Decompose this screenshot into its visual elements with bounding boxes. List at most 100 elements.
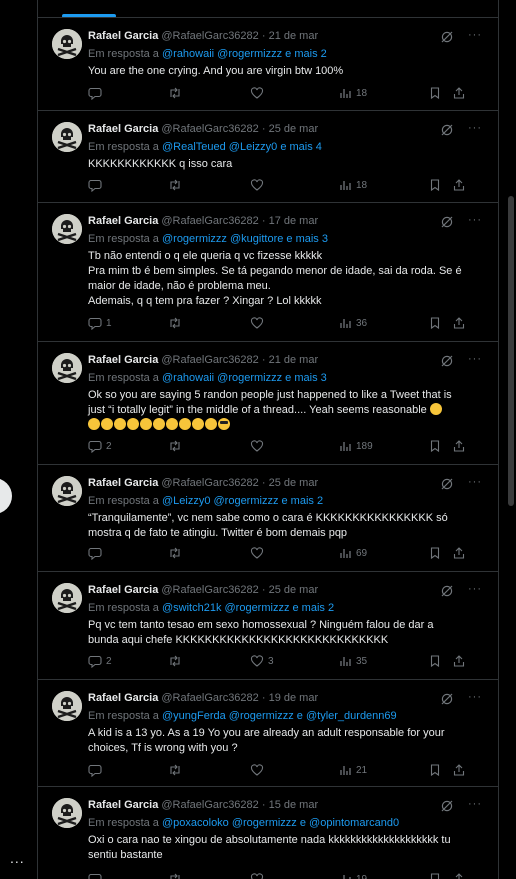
like-button[interactable] bbox=[250, 177, 268, 193]
tweet-date[interactable]: 21 de mar bbox=[269, 354, 319, 366]
more-icon[interactable]: ··· bbox=[468, 29, 482, 41]
reply-button[interactable]: 2 bbox=[88, 438, 112, 454]
grok-icon[interactable] bbox=[440, 354, 454, 368]
retweet-button[interactable] bbox=[168, 762, 186, 778]
like-button[interactable] bbox=[250, 85, 268, 101]
grok-icon[interactable] bbox=[440, 123, 454, 137]
more-icon[interactable]: ··· bbox=[468, 214, 482, 226]
avatar[interactable] bbox=[52, 29, 82, 59]
more-icon[interactable]: ··· bbox=[468, 122, 482, 134]
reply-mentions[interactable]: @rogermizzz @kugittore e mais 3 bbox=[162, 233, 328, 245]
like-button[interactable] bbox=[250, 438, 268, 454]
share-button[interactable] bbox=[452, 545, 466, 561]
retweet-button[interactable] bbox=[168, 315, 186, 331]
grok-icon[interactable] bbox=[440, 692, 454, 706]
tweet[interactable]: Rafael Garcia @RafaelGarc36282 · 25 de m… bbox=[38, 111, 498, 203]
bookmark-button[interactable] bbox=[428, 653, 442, 669]
author-handle[interactable]: @RafaelGarc36282 bbox=[161, 692, 258, 704]
tweet-date[interactable]: 25 de mar bbox=[269, 477, 319, 489]
avatar[interactable] bbox=[52, 583, 82, 613]
avatar[interactable] bbox=[52, 122, 82, 152]
tweet-date[interactable]: 19 de mar bbox=[269, 692, 319, 704]
bookmark-button[interactable] bbox=[428, 438, 442, 454]
more-icon[interactable]: ··· bbox=[468, 353, 482, 365]
tweet[interactable]: Rafael Garcia @RafaelGarc36282 · 21 de m… bbox=[38, 342, 498, 465]
reply-button[interactable]: 1 bbox=[88, 315, 112, 331]
like-button[interactable] bbox=[250, 762, 268, 778]
reply-button[interactable]: 2 bbox=[88, 653, 112, 669]
author-name[interactable]: Rafael Garcia bbox=[88, 692, 158, 704]
author-name[interactable]: Rafael Garcia bbox=[88, 215, 158, 227]
share-button[interactable] bbox=[452, 438, 466, 454]
grok-icon[interactable] bbox=[440, 799, 454, 813]
author-handle[interactable]: @RafaelGarc36282 bbox=[161, 215, 258, 227]
share-button[interactable] bbox=[452, 315, 466, 331]
views-button[interactable]: 21 bbox=[338, 762, 367, 778]
grok-icon[interactable] bbox=[440, 30, 454, 44]
author-name[interactable]: Rafael Garcia bbox=[88, 799, 158, 811]
bookmark-button[interactable] bbox=[428, 85, 442, 101]
bookmark-button[interactable] bbox=[428, 545, 442, 561]
views-button[interactable]: 189 bbox=[338, 438, 373, 454]
more-icon[interactable]: ··· bbox=[468, 691, 482, 703]
more-icon[interactable]: ··· bbox=[468, 798, 482, 810]
retweet-button[interactable] bbox=[168, 871, 186, 879]
retweet-button[interactable] bbox=[168, 177, 186, 193]
share-button[interactable] bbox=[452, 177, 466, 193]
tweet-date[interactable]: 25 de mar bbox=[269, 584, 319, 596]
tweet[interactable]: Rafael Garcia @RafaelGarc36282 · 21 de m… bbox=[38, 18, 498, 111]
tweet-date[interactable]: 21 de mar bbox=[269, 30, 319, 42]
reply-button[interactable] bbox=[88, 871, 106, 879]
avatar[interactable] bbox=[52, 476, 82, 506]
retweet-button[interactable] bbox=[168, 545, 186, 561]
views-button[interactable]: 19 bbox=[338, 871, 367, 879]
scrollbar-thumb[interactable] bbox=[508, 196, 514, 506]
grok-icon[interactable] bbox=[440, 215, 454, 229]
more-icon[interactable]: ··· bbox=[468, 583, 482, 595]
like-button[interactable] bbox=[250, 871, 268, 879]
bookmark-button[interactable] bbox=[428, 762, 442, 778]
reply-mentions[interactable]: @Leizzy0 @rogermizzz e mais 2 bbox=[162, 495, 323, 507]
tweet[interactable]: Rafael Garcia @RafaelGarc36282 · 25 de m… bbox=[38, 572, 498, 680]
tweet-date[interactable]: 17 de mar bbox=[269, 215, 319, 227]
author-handle[interactable]: @RafaelGarc36282 bbox=[161, 354, 258, 366]
avatar[interactable] bbox=[52, 798, 82, 828]
author-handle[interactable]: @RafaelGarc36282 bbox=[161, 477, 258, 489]
avatar[interactable] bbox=[52, 353, 82, 383]
share-button[interactable] bbox=[452, 653, 466, 669]
author-handle[interactable]: @RafaelGarc36282 bbox=[161, 30, 258, 42]
like-button[interactable] bbox=[250, 315, 268, 331]
more-options-icon[interactable]: ... bbox=[10, 850, 25, 866]
more-icon[interactable]: ··· bbox=[468, 476, 482, 488]
reply-mentions[interactable]: @rahowaii @rogermizzz e mais 3 bbox=[162, 372, 327, 384]
reply-button[interactable] bbox=[88, 85, 106, 101]
like-button[interactable] bbox=[250, 545, 268, 561]
grok-icon[interactable] bbox=[440, 477, 454, 491]
reply-mentions[interactable]: @poxacoloko @rogermizzz e @opintomarcand… bbox=[162, 817, 399, 829]
author-name[interactable]: Rafael Garcia bbox=[88, 354, 158, 366]
author-name[interactable]: Rafael Garcia bbox=[88, 477, 158, 489]
retweet-button[interactable] bbox=[168, 653, 186, 669]
retweet-button[interactable] bbox=[168, 85, 186, 101]
author-handle[interactable]: @RafaelGarc36282 bbox=[161, 584, 258, 596]
share-button[interactable] bbox=[452, 85, 466, 101]
share-button[interactable] bbox=[452, 871, 466, 879]
tweet[interactable]: Rafael Garcia @RafaelGarc36282 · 19 de m… bbox=[38, 680, 498, 787]
bookmark-button[interactable] bbox=[428, 315, 442, 331]
like-button[interactable]: 3 bbox=[250, 653, 274, 669]
tweet-date[interactable]: 25 de mar bbox=[269, 123, 319, 135]
views-button[interactable]: 69 bbox=[338, 545, 367, 561]
views-button[interactable]: 36 bbox=[338, 315, 367, 331]
author-handle[interactable]: @RafaelGarc36282 bbox=[161, 123, 258, 135]
reply-mentions[interactable]: @yungFerda @rogermizzz e @tyler_durdenn6… bbox=[162, 710, 397, 722]
avatar[interactable] bbox=[52, 691, 82, 721]
reply-mentions[interactable]: @rahowaii @rogermizzz e mais 2 bbox=[162, 48, 327, 60]
views-button[interactable]: 35 bbox=[338, 653, 367, 669]
grok-icon[interactable] bbox=[440, 584, 454, 598]
reply-mentions[interactable]: @switch21k @rogermizzz e mais 2 bbox=[162, 602, 334, 614]
author-name[interactable]: Rafael Garcia bbox=[88, 123, 158, 135]
avatar[interactable] bbox=[52, 214, 82, 244]
retweet-button[interactable] bbox=[168, 438, 186, 454]
tweet[interactable]: Rafael Garcia @RafaelGarc36282 · 25 de m… bbox=[38, 465, 498, 572]
views-button[interactable]: 18 bbox=[338, 177, 367, 193]
